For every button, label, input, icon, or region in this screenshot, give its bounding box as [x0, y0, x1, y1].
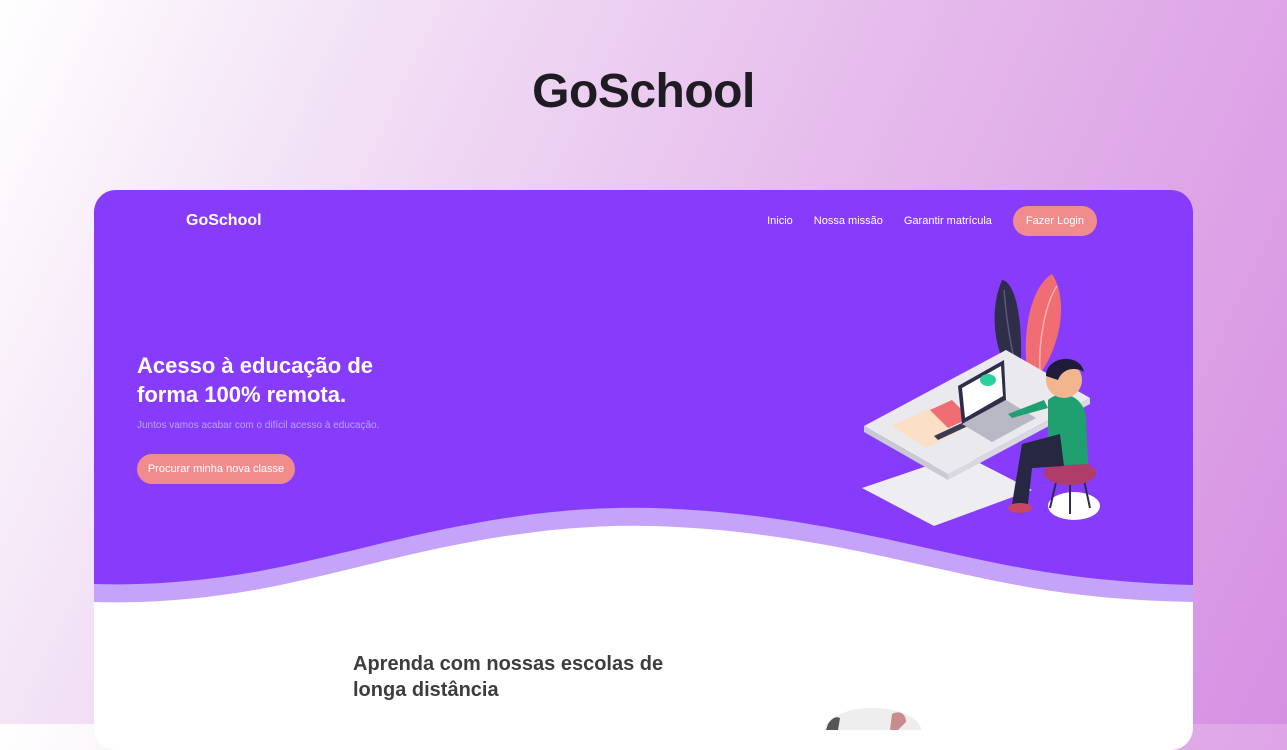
website-preview-card: GoSchool Inicio Nossa missão Garantir ma… [94, 190, 1193, 750]
hero-title-line-2: forma 100% remota. [137, 382, 347, 407]
nav-link-nossa-missao[interactable]: Nossa missão [814, 206, 883, 236]
hero-title: Acesso à educação de forma 100% remota. [137, 351, 457, 409]
navbar-brand[interactable]: GoSchool [186, 212, 262, 230]
student-at-desk-illustration [862, 274, 1100, 526]
section-title-line-1: Aprenda com nossas escolas de [353, 653, 664, 675]
school-photo-image [825, 708, 921, 730]
section-title: Aprenda com nossas escolas de longa dist… [353, 651, 713, 703]
hero-subtitle: Juntos vamos acabar com o difícil acesso… [137, 420, 380, 431]
nav-link-inicio[interactable]: Inicio [767, 206, 793, 236]
find-class-button[interactable]: Procurar minha nova classe [137, 454, 295, 484]
nav-link-garantir-matricula[interactable]: Garantir matrícula [904, 206, 992, 236]
page-title: GoSchool [532, 65, 755, 118]
navbar-links: Inicio Nossa missão Garantir matrícula F… [746, 206, 1097, 236]
hero-title-line-1: Acesso à educação de [137, 353, 374, 378]
hero-section: GoSchool Inicio Nossa missão Garantir ma… [94, 190, 1193, 610]
login-button[interactable]: Fazer Login [1012, 206, 1097, 236]
section-title-line-2: longa distância [353, 679, 499, 701]
